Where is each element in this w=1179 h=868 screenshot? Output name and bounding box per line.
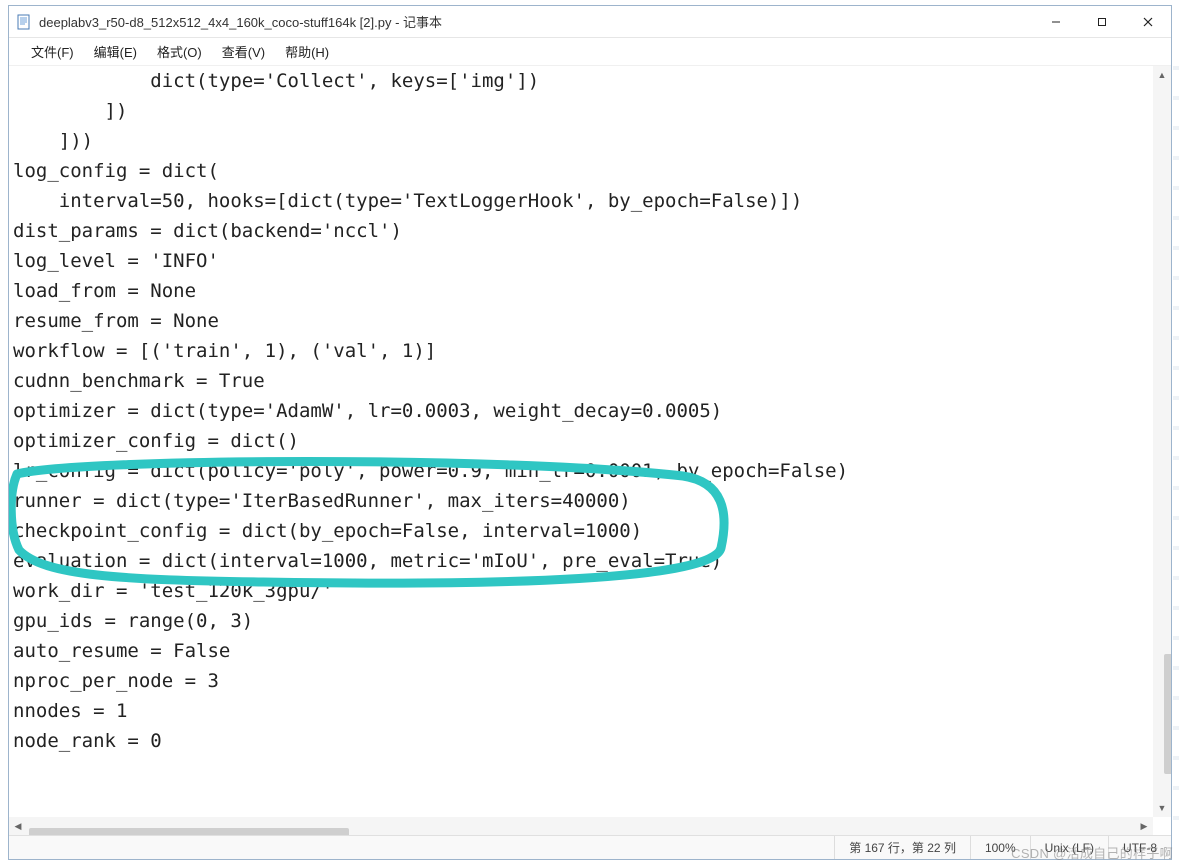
menu-file[interactable]: 文件(F) <box>21 38 84 65</box>
menu-help[interactable]: 帮助(H) <box>275 38 339 65</box>
status-bar: 第 167 行，第 22 列 100% Unix (LF) UTF-8 <box>9 835 1171 859</box>
maximize-button[interactable] <box>1079 6 1125 38</box>
scroll-left-button[interactable]: ◀ <box>9 817 27 835</box>
notepad-window: deeplabv3_r50-d8_512x512_4x4_160k_coco-s… <box>8 5 1172 860</box>
menu-format[interactable]: 格式(O) <box>147 38 212 65</box>
scroll-thumb-horizontal[interactable] <box>29 828 349 835</box>
menu-bar: 文件(F) 编辑(E) 格式(O) 查看(V) 帮助(H) <box>9 38 1171 66</box>
menu-edit[interactable]: 编辑(E) <box>84 38 147 65</box>
close-button[interactable] <box>1125 6 1171 38</box>
scroll-thumb-vertical[interactable] <box>1164 654 1171 774</box>
watermark-text: CSDN @活成自己的样子啊 <box>1011 843 1173 862</box>
menu-view[interactable]: 查看(V) <box>212 38 275 65</box>
minimize-button[interactable] <box>1033 6 1079 38</box>
scroll-down-button[interactable]: ▼ <box>1153 799 1171 817</box>
vertical-scrollbar[interactable]: ▲ ▼ <box>1153 66 1171 817</box>
notepad-icon <box>15 13 33 31</box>
scroll-right-button[interactable]: ▶ <box>1135 817 1153 835</box>
scroll-up-button[interactable]: ▲ <box>1153 66 1171 84</box>
horizontal-scrollbar[interactable]: ◀ ▶ <box>9 817 1153 835</box>
text-content[interactable]: dict(type='Collect', keys=['img']) ]) ])… <box>11 66 1153 817</box>
window-controls <box>1033 6 1171 37</box>
window-title: deeplabv3_r50-d8_512x512_4x4_160k_coco-s… <box>39 12 1033 31</box>
title-bar: deeplabv3_r50-d8_512x512_4x4_160k_coco-s… <box>9 6 1171 38</box>
editor-area: dict(type='Collect', keys=['img']) ]) ])… <box>9 66 1171 835</box>
status-position: 第 167 行，第 22 列 <box>834 836 970 859</box>
